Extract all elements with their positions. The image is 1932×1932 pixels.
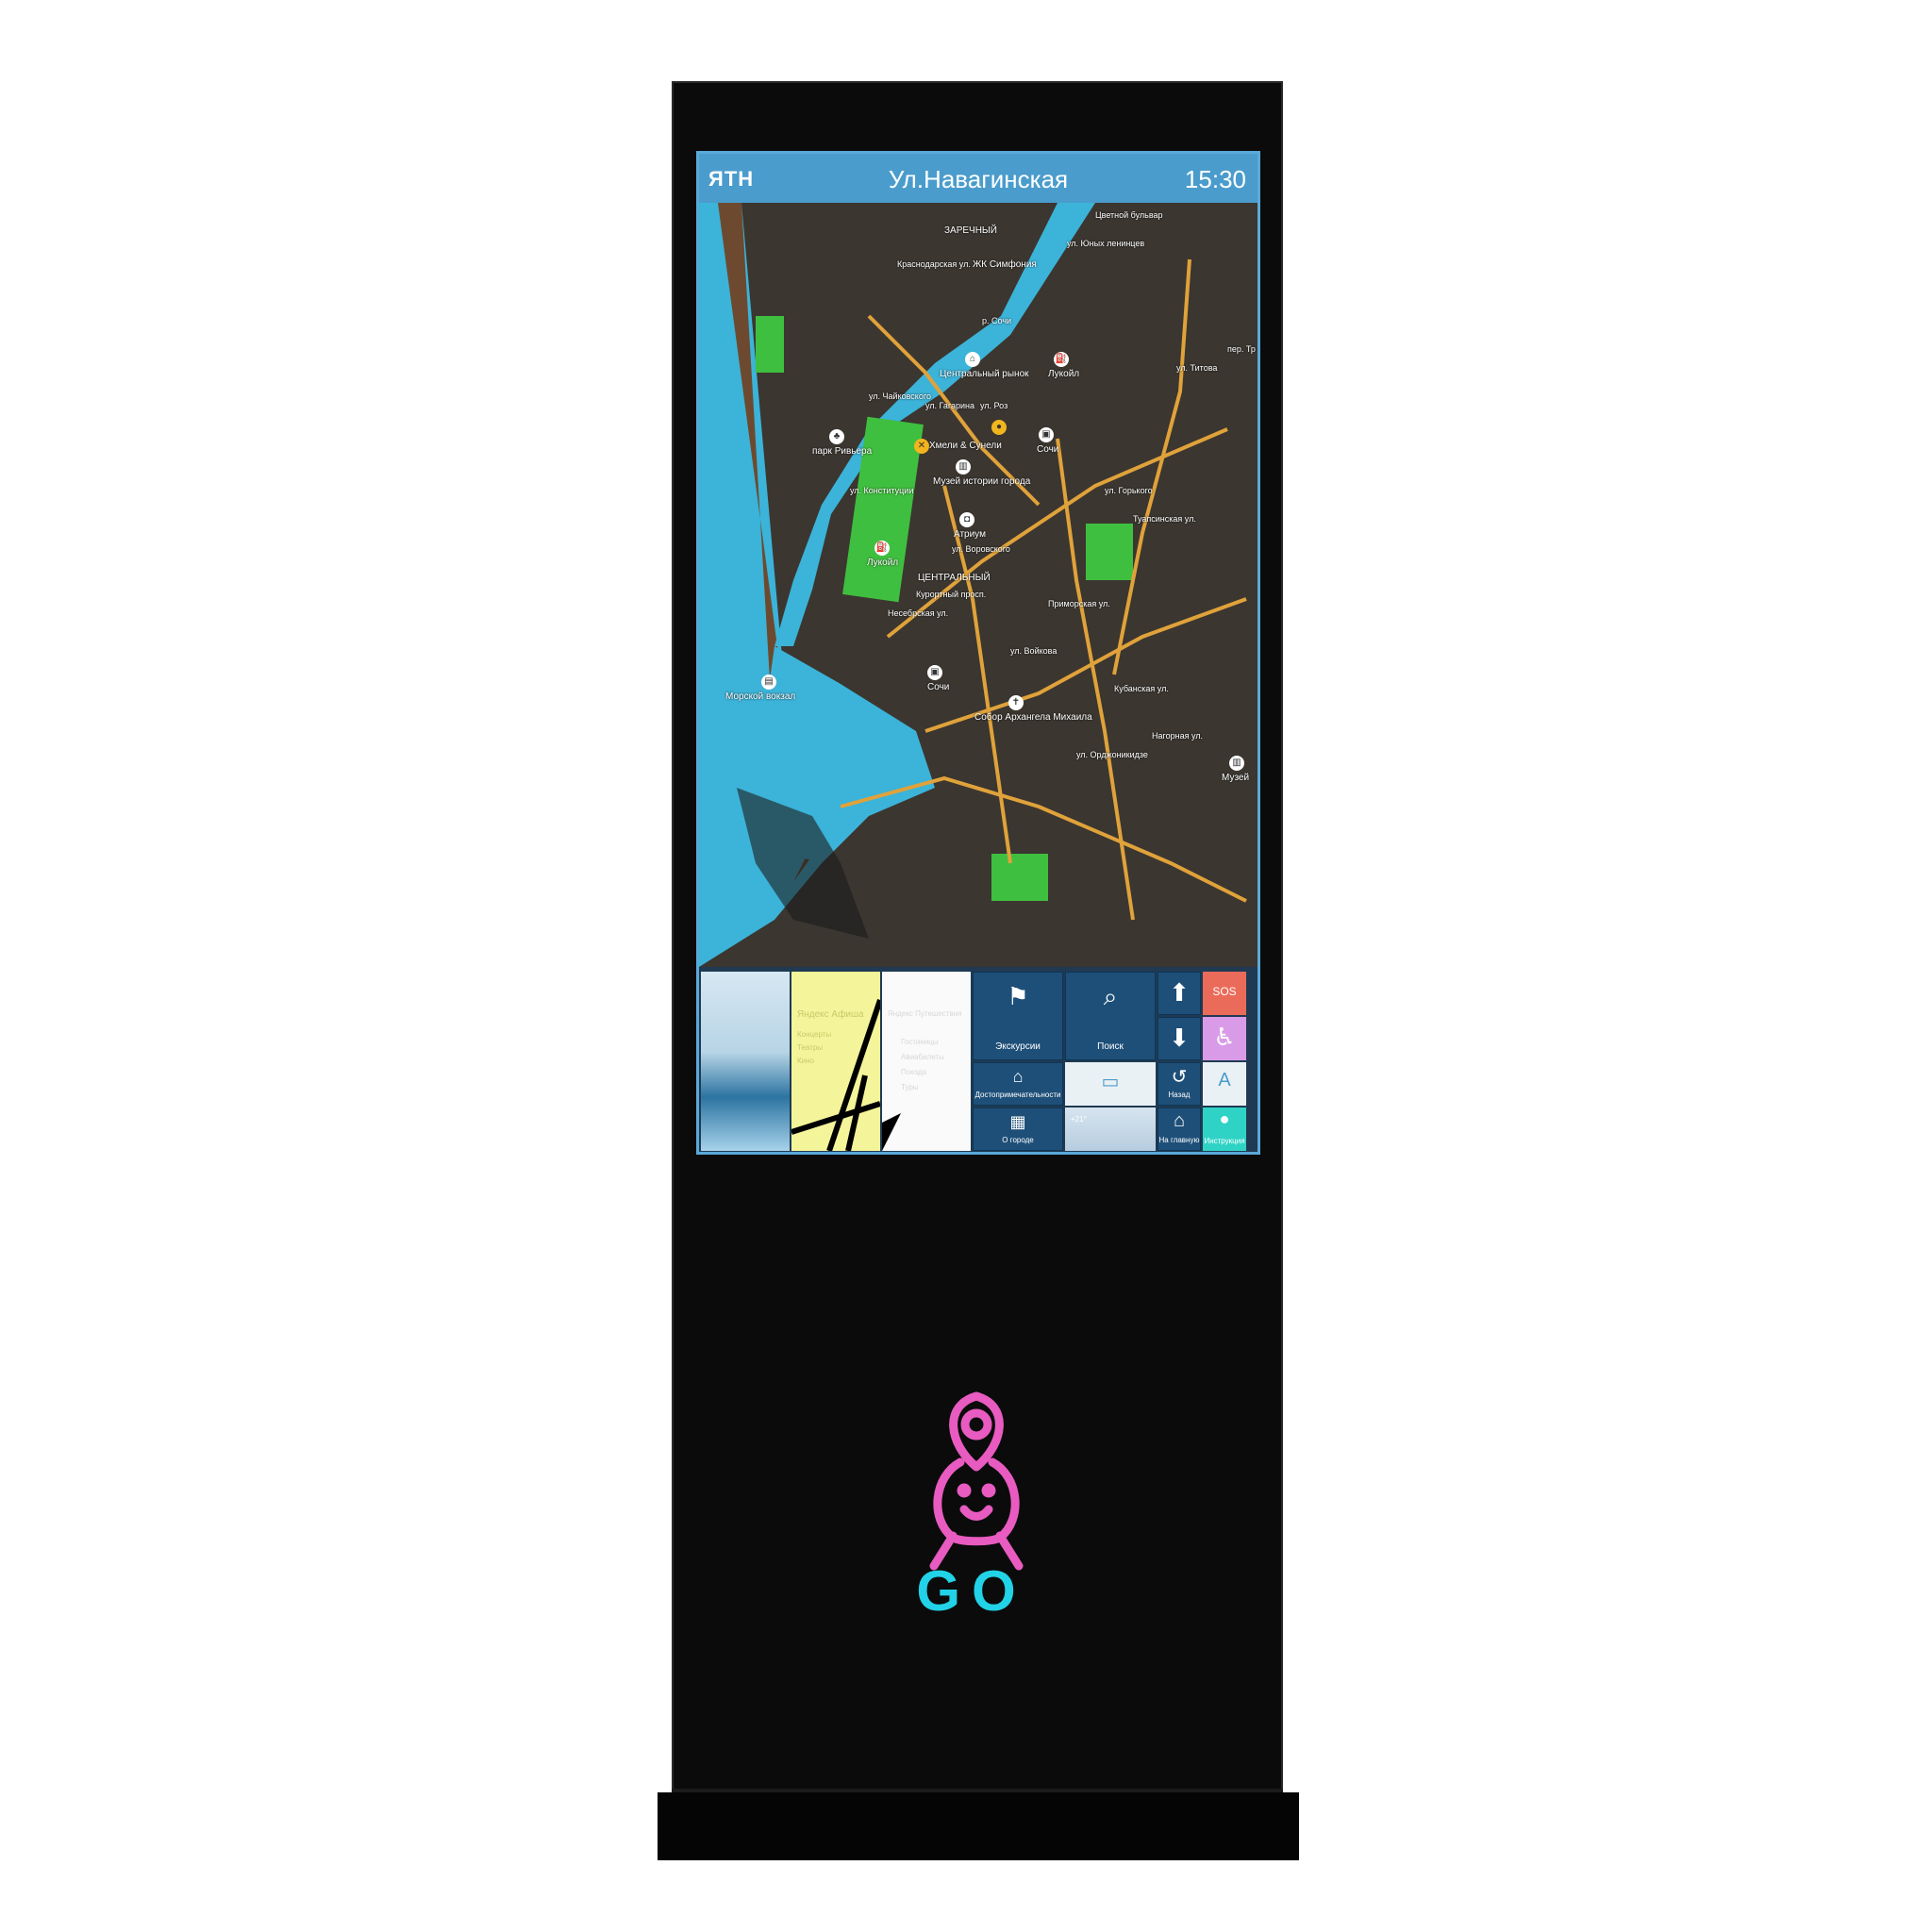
park-icon[interactable]: ♣ bbox=[829, 429, 844, 444]
river-label: р. Сочи bbox=[982, 316, 1012, 325]
street-label: Кубанская ул. bbox=[1114, 684, 1169, 693]
station-icon[interactable]: ▣ bbox=[927, 665, 942, 680]
street-label: ул. Войкова bbox=[1010, 646, 1058, 656]
fuel-icon[interactable]: ⛽ bbox=[874, 541, 890, 556]
poi-label: парк Ривьера bbox=[812, 446, 873, 457]
poi-label: Музей bbox=[1222, 773, 1250, 783]
street-label: Несебрская ул. bbox=[888, 608, 949, 618]
afisha-graphic bbox=[791, 999, 880, 1151]
arrow-up-icon: ⬆ bbox=[1169, 978, 1190, 1007]
street-label: Нагорная ул. bbox=[1152, 731, 1204, 741]
street-label: Туапсинская ул. bbox=[1133, 514, 1196, 524]
pin-icon[interactable]: ● bbox=[991, 420, 1007, 435]
wheelchair-icon: ♿ bbox=[1213, 1023, 1236, 1051]
city-map[interactable]: ЗАРЕЧНЫЙ ЦЕНТРАЛЬНЫЙ ⌂ Центральный рынок… bbox=[699, 203, 1257, 967]
clock: 15:30 bbox=[1184, 165, 1246, 193]
poi-label: ЖК Симфония bbox=[973, 259, 1037, 270]
scroll-down-button[interactable]: ⬇ bbox=[1158, 1017, 1201, 1060]
street-label: Краснодарская ул. bbox=[897, 259, 971, 269]
language-button[interactable]: A bbox=[1203, 1062, 1246, 1106]
home-icon: ⌂ bbox=[1173, 1110, 1186, 1131]
market-icon[interactable]: ⌂ bbox=[965, 352, 980, 367]
search-label: Поиск bbox=[1097, 1041, 1124, 1052]
chat-icon: ● bbox=[1219, 1109, 1230, 1128]
weather-temp: +21° bbox=[1071, 1115, 1087, 1124]
tourism-tile[interactable]: Яндекс Путешествия Гостиницы Авиабилеты … bbox=[882, 972, 971, 1151]
photo-tile[interactable] bbox=[701, 972, 790, 1151]
tourism-graphic bbox=[882, 1113, 901, 1151]
kiosk-base bbox=[658, 1792, 1299, 1860]
poi-label: Лукойл bbox=[1048, 369, 1080, 379]
poi-label: Музей истории города bbox=[933, 476, 1031, 487]
scroll-up-button[interactable]: ⬆ bbox=[1158, 972, 1201, 1015]
touch-screen[interactable]: ЯТН Ул.Навагинская 15:30 ЗАРЕЧНЫЙ ЦЕНТРА… bbox=[696, 151, 1260, 1155]
about-city-label: О городе bbox=[1002, 1136, 1034, 1144]
landmark-icon: ⌂ bbox=[1012, 1067, 1024, 1086]
instructions-button[interactable]: ● Инструкция bbox=[1203, 1108, 1246, 1151]
street-label: Приморская ул. bbox=[1048, 599, 1110, 608]
attractions-button[interactable]: ⌂ Достопримечательности bbox=[973, 1062, 1063, 1106]
poi-label: Лукойл bbox=[867, 558, 899, 568]
street-label: ул. Титова bbox=[1176, 363, 1218, 373]
home-label: На главную bbox=[1158, 1136, 1200, 1144]
sos-button[interactable]: SOS bbox=[1203, 972, 1246, 1015]
back-label: Назад bbox=[1168, 1091, 1191, 1099]
street-label: Курортный просп. bbox=[916, 590, 987, 599]
back-button[interactable]: ↺ Назад bbox=[1158, 1062, 1201, 1106]
weather-tile[interactable]: +21° bbox=[1065, 1108, 1156, 1151]
district-label: ЦЕНТРАЛЬНЫЙ bbox=[918, 573, 991, 583]
poi-label: Собор Архангела Михаила bbox=[974, 712, 1092, 723]
shop-icon[interactable]: ◘ bbox=[959, 512, 974, 527]
poi-label: Центральный рынок bbox=[940, 369, 1029, 379]
excursions-button[interactable]: ⚑ Экскурсии bbox=[973, 972, 1063, 1060]
street-label: ул. Горького bbox=[1105, 486, 1153, 495]
street-label: Цветной бульвар bbox=[1095, 210, 1163, 220]
street-label: ул. Роз bbox=[980, 401, 1008, 410]
poi-label: Хмели & Сунели bbox=[929, 441, 1002, 451]
location-title: Ул.Навагинская bbox=[888, 165, 1069, 193]
poi-label: Сочи bbox=[1037, 444, 1059, 455]
street-label: пер. Тр bbox=[1227, 344, 1256, 354]
fuel-icon[interactable]: ⛽ bbox=[1054, 352, 1069, 367]
instructions-label: Инструкция bbox=[1204, 1137, 1245, 1145]
poi-label: Морской вокзал bbox=[725, 691, 796, 702]
translate-icon: A bbox=[1218, 1070, 1231, 1091]
street-label: ул. Чайковского bbox=[869, 391, 931, 401]
excursions-label: Экскурсии bbox=[995, 1041, 1041, 1052]
church-icon[interactable]: ✝ bbox=[1008, 695, 1024, 710]
about-city-button[interactable]: ▦ О городе bbox=[973, 1108, 1063, 1151]
poi-label: Сочи bbox=[927, 682, 950, 692]
afisha-tile[interactable]: Яндекс Афиша Концерты Театры Кино bbox=[791, 972, 880, 1151]
street-label: ул. Воровского bbox=[952, 544, 1010, 554]
guide-icon: ⚑ bbox=[1007, 982, 1029, 1010]
search-button[interactable]: ⌕ Поиск bbox=[1065, 972, 1156, 1060]
museum-icon[interactable]: ▥ bbox=[956, 459, 971, 475]
port-icon[interactable]: ▤ bbox=[761, 675, 776, 690]
menu-tiles: Яндекс Афиша Концерты Театры Кино Яндекс… bbox=[699, 970, 1257, 1152]
street-label: ул. Конституции bbox=[850, 486, 914, 495]
museum-icon[interactable]: ▥ bbox=[1229, 756, 1244, 771]
back-icon: ↺ bbox=[1171, 1067, 1188, 1088]
top-bar: ЯТН Ул.Навагинская 15:30 bbox=[699, 154, 1257, 203]
city-icon: ▦ bbox=[1009, 1112, 1026, 1131]
search-icon: ⌕ bbox=[1103, 982, 1118, 1010]
street-label: ул. Гагарина bbox=[925, 401, 975, 410]
attractions-label: Достопримечательности bbox=[974, 1091, 1061, 1099]
transport-tile[interactable]: ▭ bbox=[1065, 1062, 1156, 1106]
street-label: ул. Орджоникидзе bbox=[1076, 750, 1148, 759]
poi-label: Атриум bbox=[954, 529, 986, 540]
bus-icon: ▭ bbox=[1101, 1072, 1120, 1092]
station-icon[interactable]: ▣ bbox=[1039, 427, 1054, 442]
accessibility-button[interactable]: ♿ bbox=[1203, 1017, 1246, 1060]
arrow-down-icon: ⬇ bbox=[1169, 1024, 1190, 1052]
district-label: ЗАРЕЧНЫЙ bbox=[944, 225, 997, 236]
street-label: ул. Юных ленинцев bbox=[1067, 239, 1145, 248]
map-canvas bbox=[699, 203, 1247, 967]
restaurant-icon[interactable]: ✕ bbox=[914, 439, 929, 454]
sos-label: SOS bbox=[1212, 985, 1237, 998]
go-wordmark: GO bbox=[916, 1559, 1027, 1623]
home-button[interactable]: ⌂ На главную bbox=[1158, 1108, 1201, 1151]
